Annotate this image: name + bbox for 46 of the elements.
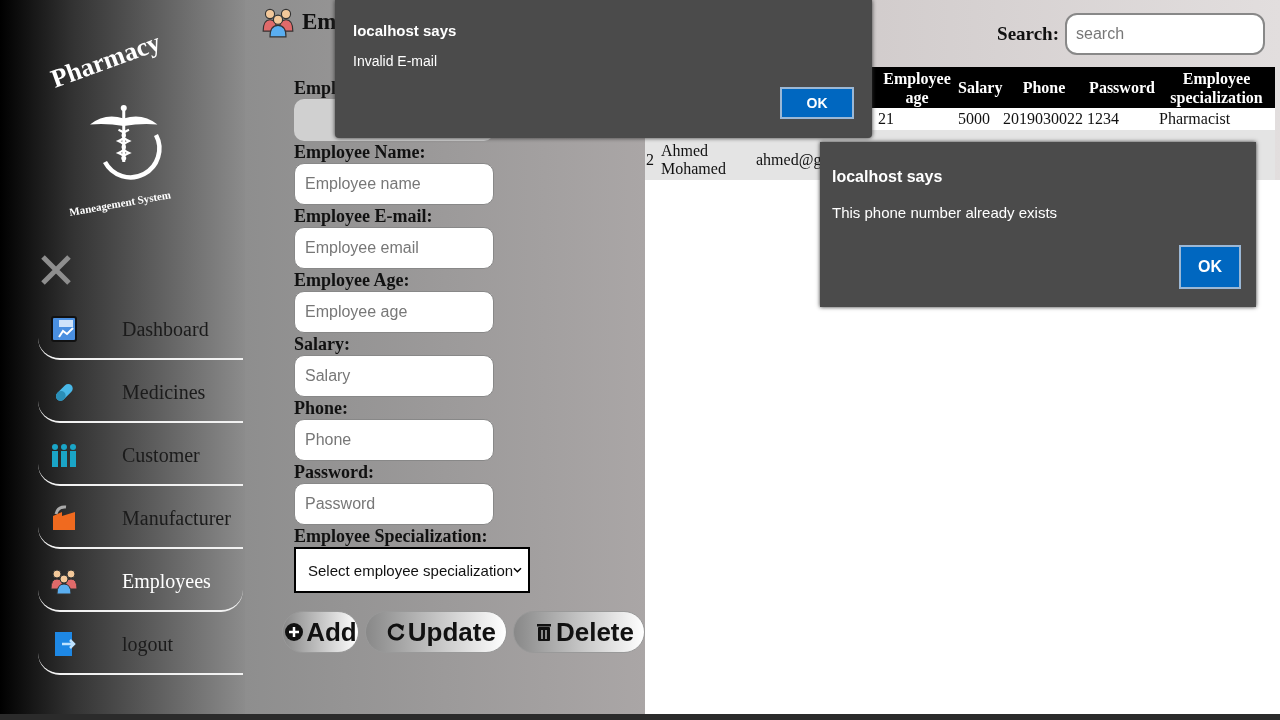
refresh-icon — [385, 622, 406, 642]
team-icon — [50, 567, 78, 595]
column-header: Employee age — [877, 67, 957, 108]
input-field[interactable]: Employee name — [294, 163, 494, 205]
nav-item[interactable]: Manufacturer — [38, 489, 243, 549]
search-field[interactable]: search — [1065, 12, 1265, 55]
dialog-message: This phone number already exists — [832, 204, 1059, 221]
column-header: Employee specialization — [1158, 67, 1275, 108]
field-label: Employee E-mail: — [294, 205, 433, 227]
field-label: Password: — [294, 461, 374, 483]
action-button[interactable]: Delete — [512, 611, 645, 653]
plus-circle-icon — [284, 622, 305, 642]
action-button[interactable]: Add — [282, 611, 359, 653]
field-label: Employee Age: — [294, 269, 410, 291]
caret-icon — [513, 567, 522, 573]
input-field[interactable]: Employee age — [294, 291, 494, 333]
page-heading: Em — [302, 9, 337, 35]
dashboard-icon — [50, 315, 78, 343]
column-header: Password — [1086, 67, 1158, 108]
table-cell: 21 — [877, 108, 957, 130]
field-label: Empl — [294, 77, 336, 99]
action-button[interactable]: Update — [364, 611, 507, 653]
factory-icon — [50, 504, 78, 532]
field-label: Phone: — [294, 397, 348, 419]
input-field[interactable]: Phone — [294, 419, 494, 461]
dialog-title: localhost says — [353, 22, 458, 39]
table-cell: 5000 — [957, 108, 1002, 130]
table-cell: 1234 — [1086, 108, 1158, 130]
input-field[interactable]: Employee email — [294, 227, 494, 269]
field-label: Employee Name: — [294, 141, 426, 163]
specialization-dropdown[interactable]: Select employee specialization — [294, 547, 530, 593]
ok-button[interactable]: OK — [1179, 245, 1241, 289]
nav-item[interactable]: Employees — [38, 552, 243, 612]
dialog-message: Invalid E-mail — [353, 53, 439, 69]
table-cell: Pharmacist — [1158, 108, 1275, 130]
input-field[interactable]: Password — [294, 483, 494, 525]
input-field[interactable]: Salary — [294, 355, 494, 397]
people-icon — [50, 441, 78, 469]
table-cell: 2019030022 — [1002, 108, 1086, 130]
ok-button[interactable]: OK — [780, 87, 854, 119]
column-header: Phone — [1002, 67, 1086, 108]
search-label: Search: — [997, 22, 1059, 45]
column-header: Salary — [957, 67, 1002, 108]
field-label: Employee Specialization: — [294, 525, 488, 547]
close-icon[interactable] — [40, 254, 72, 286]
field-label: Salary: — [294, 333, 350, 355]
